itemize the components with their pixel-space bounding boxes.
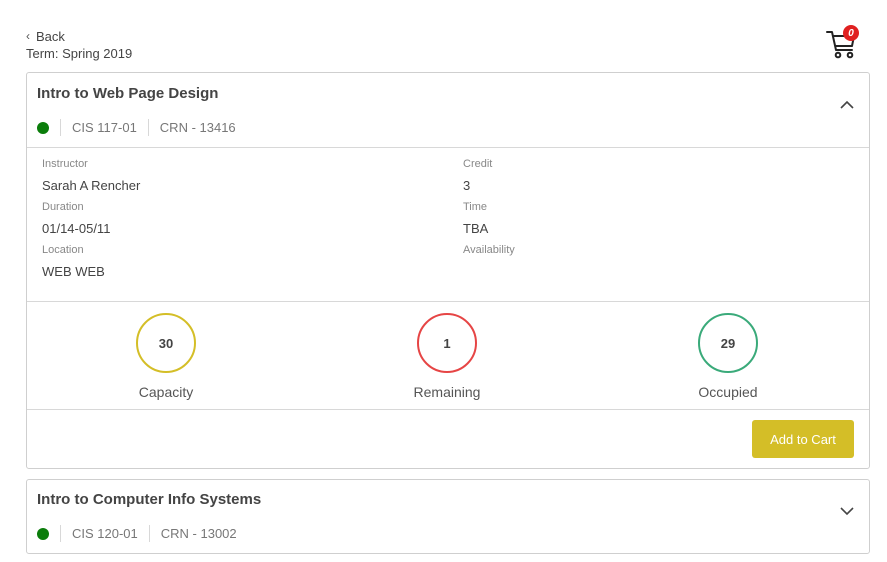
course-card: Intro to Computer Info Systems CIS 120-0… bbox=[26, 479, 870, 554]
course-crn: CRN - 13002 bbox=[160, 526, 237, 541]
course-meta: CIS 120-01 CRN - 13002 bbox=[37, 525, 237, 542]
time-field: Time TBA bbox=[463, 201, 488, 236]
duration-value: 01/14-05/11 bbox=[42, 221, 111, 236]
status-dot bbox=[37, 121, 49, 134]
remaining-circle: 1 bbox=[417, 313, 477, 373]
location-value: WEB WEB bbox=[42, 264, 105, 279]
course-title: Intro to Web Page Design bbox=[37, 85, 219, 102]
add-to-cart-button[interactable]: Add to Cart bbox=[752, 420, 854, 458]
course-code: CIS 120-01 bbox=[72, 526, 138, 541]
chevron-down-icon bbox=[840, 506, 854, 515]
credit-value: 3 bbox=[463, 178, 471, 193]
time-label: Time bbox=[463, 201, 488, 213]
course-card-header[interactable]: Intro to Web Page Design CIS 117-01 CRN … bbox=[27, 73, 869, 147]
duration-field: Duration 01/14-05/11 bbox=[42, 201, 110, 236]
availability-field: Availability bbox=[463, 244, 515, 256]
instructor-field: Instructor Sarah A Rencher bbox=[42, 158, 140, 193]
course-meta: CIS 117-01 CRN - 13416 bbox=[37, 119, 236, 136]
remaining-label: Remaining bbox=[413, 384, 481, 400]
cart-count-badge: 0 bbox=[843, 25, 859, 41]
remaining-stat: 1 Remaining bbox=[387, 313, 507, 400]
time-value: TBA bbox=[463, 221, 489, 236]
term-label: Term: Spring 2019 bbox=[26, 46, 133, 61]
chevron-up-icon bbox=[840, 100, 854, 109]
occupied-circle: 29 bbox=[698, 313, 758, 373]
status-dot bbox=[37, 527, 49, 540]
divider bbox=[148, 525, 150, 542]
divider bbox=[147, 119, 149, 136]
location-field: Location WEB WEB bbox=[42, 244, 105, 279]
back-link[interactable]: ‹ Back bbox=[26, 28, 132, 45]
course-code: CIS 117-01 bbox=[72, 120, 137, 135]
cart-button[interactable]: 0 bbox=[826, 25, 860, 60]
course-crn: CRN - 13416 bbox=[159, 120, 236, 135]
page-header: ‹ Back Term: Spring 2019 bbox=[26, 28, 133, 62]
location-label: Location bbox=[42, 244, 84, 256]
availability-label: Availability bbox=[463, 244, 515, 256]
course-card: Intro to Web Page Design CIS 117-01 CRN … bbox=[26, 72, 870, 469]
occupied-stat: 29 Occupied bbox=[668, 313, 788, 400]
capacity-stat: 30 Capacity bbox=[106, 313, 226, 400]
divider bbox=[60, 525, 61, 542]
capacity-circle: 30 bbox=[136, 313, 196, 373]
capacity-label: Capacity bbox=[138, 384, 194, 400]
duration-label: Duration bbox=[42, 201, 84, 213]
occupied-label: Occupied bbox=[698, 384, 758, 400]
expand-toggle[interactable] bbox=[839, 504, 855, 518]
course-card-header[interactable]: Intro to Computer Info Systems CIS 120-0… bbox=[27, 480, 869, 554]
course-details: Instructor Sarah A Rencher Credit 3 Dura… bbox=[27, 147, 869, 302]
seat-stats: 30 Capacity 1 Remaining 29 Occupied bbox=[27, 302, 869, 410]
course-title: Intro to Computer Info Systems bbox=[37, 491, 262, 508]
instructor-value: Sarah A Rencher bbox=[42, 178, 141, 193]
instructor-label: Instructor bbox=[42, 158, 88, 170]
back-label: Back bbox=[36, 29, 65, 44]
chevron-left-icon: ‹ bbox=[26, 28, 30, 43]
credit-field: Credit 3 bbox=[463, 158, 492, 193]
divider bbox=[60, 119, 61, 136]
collapse-toggle[interactable] bbox=[839, 97, 855, 111]
credit-label: Credit bbox=[463, 158, 493, 170]
